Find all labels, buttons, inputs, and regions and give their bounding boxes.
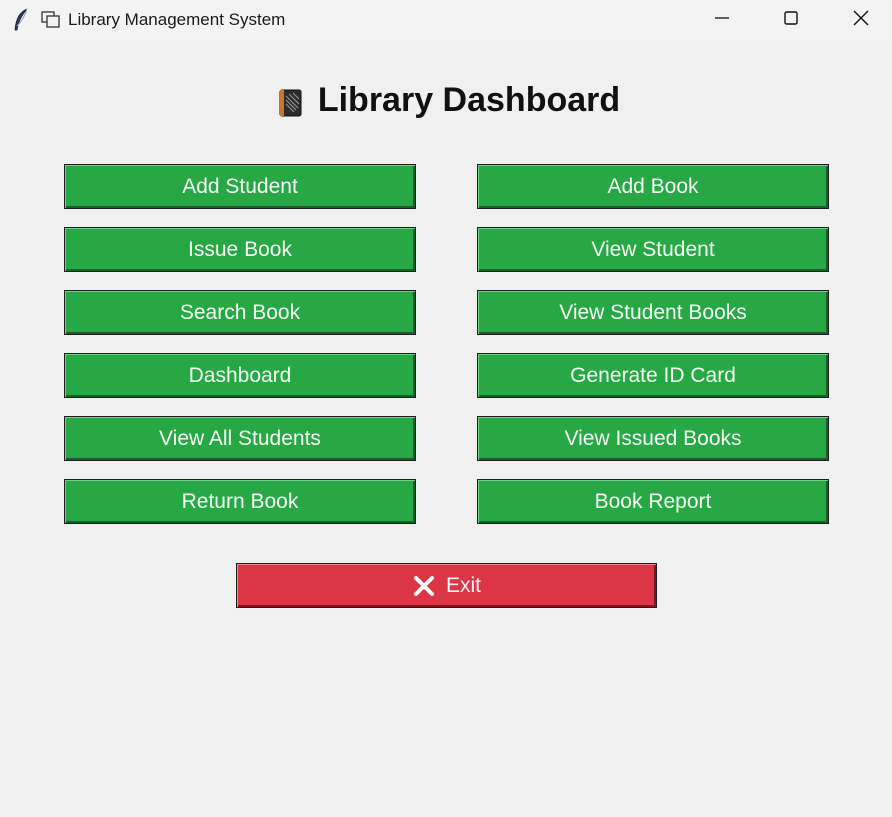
dashboard-button[interactable]: Dashboard [64,353,416,398]
issue-book-button[interactable]: Issue Book [64,227,416,272]
book-report-button[interactable]: Book Report [477,479,829,524]
search-book-button[interactable]: Search Book [64,290,416,335]
minimize-icon [714,10,730,31]
generate-id-card-button[interactable]: Generate ID Card [477,353,829,398]
maximize-button[interactable] [768,0,814,40]
title-bar: Library Management System [0,0,892,40]
close-button[interactable] [838,0,884,40]
feather-icon [12,8,30,32]
minimize-button[interactable] [699,0,745,40]
window-copy-icon [41,11,63,29]
view-all-students-button[interactable]: View All Students [64,416,416,461]
x-icon [412,574,436,598]
dashboard-heading: Library Dashboard [0,78,892,129]
view-student-button[interactable]: View Student [477,227,829,272]
add-book-button[interactable]: Add Book [477,164,829,209]
view-issued-books-button[interactable]: View Issued Books [477,416,829,461]
view-student-books-button[interactable]: View Student Books [477,290,829,335]
return-book-button[interactable]: Return Book [64,479,416,524]
book-icon [278,85,304,117]
exit-button[interactable]: Exit [236,563,657,608]
window-title: Library Management System [68,10,286,29]
exit-label: Exit [445,573,481,597]
close-icon [852,9,870,32]
page-title: Library Dashboard [317,81,621,119]
add-student-button[interactable]: Add Student [64,164,416,209]
maximize-icon [783,10,799,31]
